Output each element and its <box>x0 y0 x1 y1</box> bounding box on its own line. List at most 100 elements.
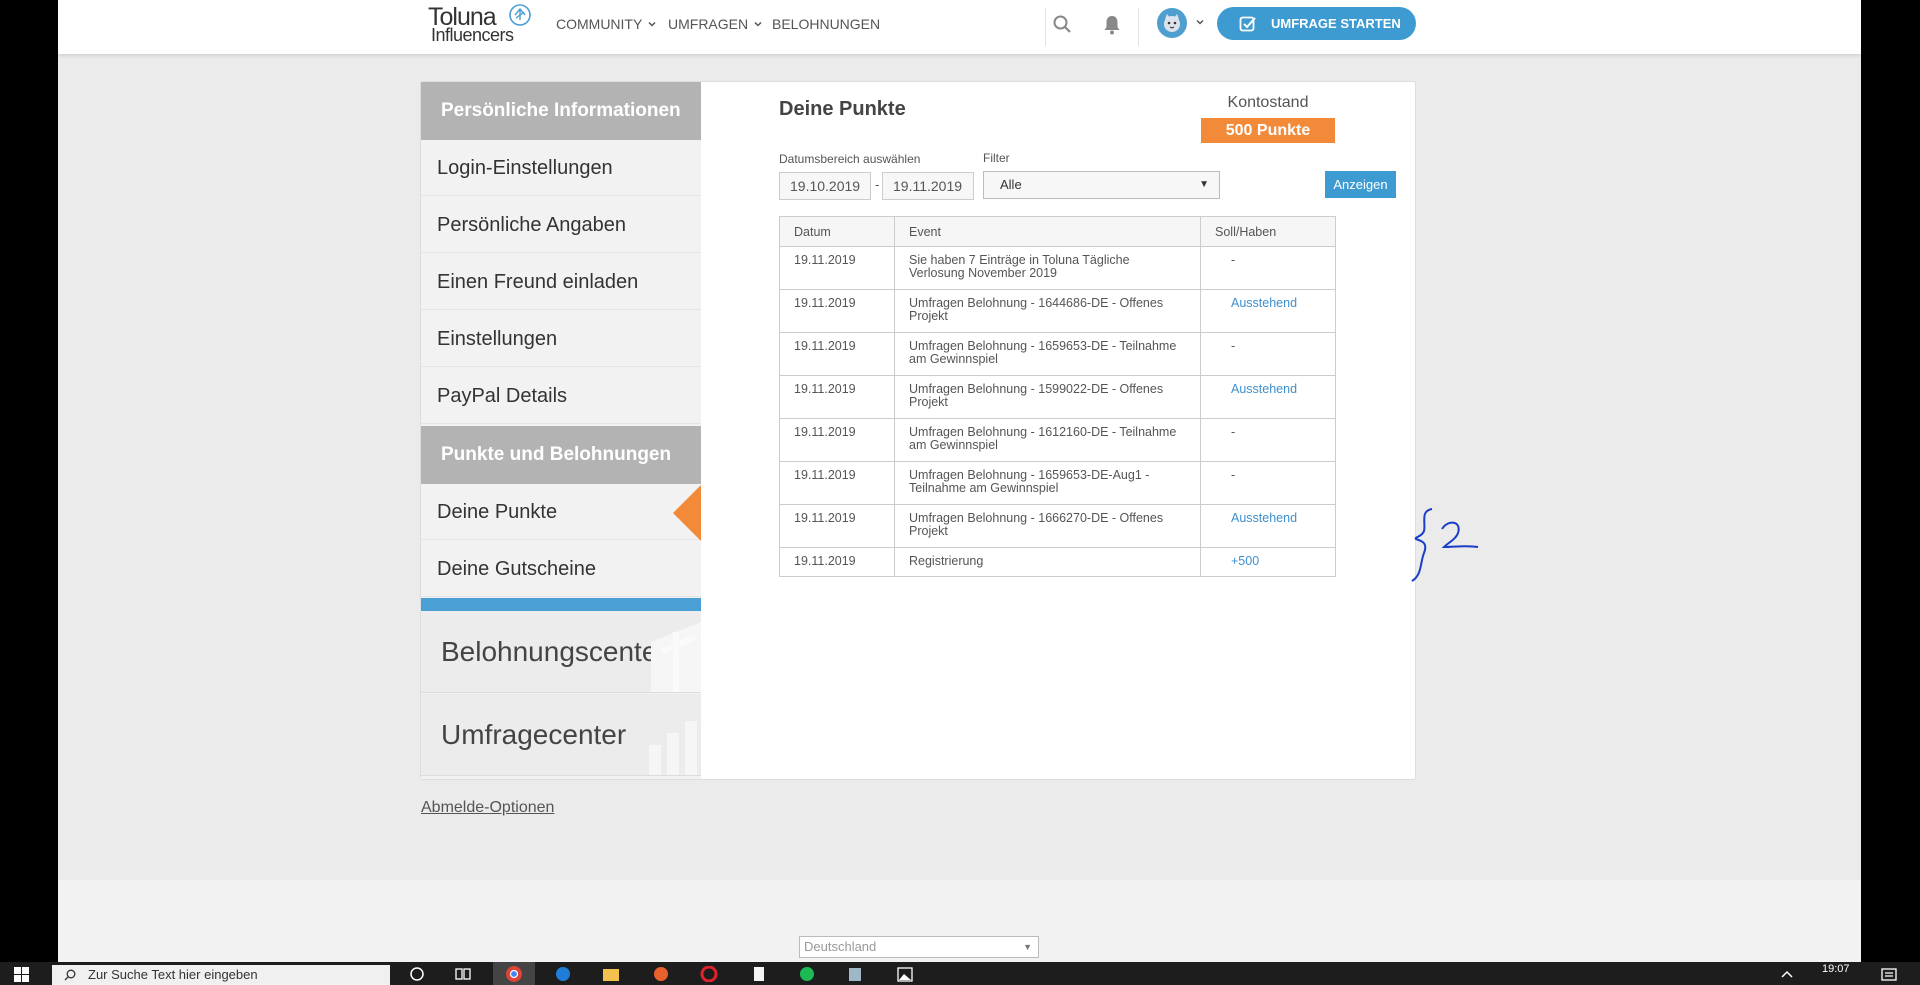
edge-icon[interactable] <box>554 966 572 982</box>
sidebar-item-your-points[interactable]: Deine Punkte <box>421 484 701 540</box>
row-event: Registrierung <box>894 547 1201 577</box>
chevron-down-icon[interactable] <box>1195 17 1205 27</box>
sidebar-item-invite-friend[interactable]: Einen Freund einladen <box>421 254 701 310</box>
account-sidebar: Persönliche Informationen Login-Einstell… <box>421 82 701 779</box>
chevron-up-icon[interactable] <box>1778 966 1796 982</box>
file-explorer-icon[interactable] <box>602 966 620 982</box>
checkbox-icon <box>1239 16 1256 31</box>
date-separator: - <box>875 177 880 192</box>
nav-community[interactable]: COMMUNITY <box>556 16 657 32</box>
dropdown-arrow-icon: ▼ <box>1023 942 1032 952</box>
taskbar-clock[interactable]: 19:07 <box>1822 963 1850 975</box>
row-date: 19.11.2019 <box>779 332 895 376</box>
handwritten-brace-annotation <box>1411 508 1479 582</box>
section-header-points-rewards: Punkte und Belohnungen <box>421 426 701 484</box>
table-row: 19.11.2019 Umfragen Belohnung - 1666270-… <box>779 504 1336 548</box>
opera-icon[interactable] <box>700 966 718 982</box>
start-survey-button[interactable]: UMFRAGE STARTEN <box>1217 7 1416 40</box>
header-divider <box>1138 8 1139 46</box>
survey-center-link[interactable]: Umfragecenter <box>421 694 701 776</box>
table-header-row: Datum Event Soll/Haben <box>779 216 1336 247</box>
notification-center-icon[interactable] <box>1880 966 1898 982</box>
table-row: 19.11.2019 Umfragen Belohnung - 1599022-… <box>779 375 1336 419</box>
cortana-icon[interactable] <box>408 966 426 982</box>
table-row: 19.11.2019 Sie haben 7 Einträge in Tolun… <box>779 246 1336 290</box>
row-event: Umfragen Belohnung - 1666270-DE - Offene… <box>894 504 1201 548</box>
browser-viewport: Toluna Influencers COMMUNITY UMFRAGEN BE… <box>58 0 1861 962</box>
row-amount-link: +500 <box>1231 554 1260 568</box>
logo-mark-icon <box>509 4 531 26</box>
sidebar-item-settings[interactable]: Einstellungen <box>421 311 701 367</box>
task-view-icon[interactable] <box>454 966 472 982</box>
row-date: 19.11.2019 <box>779 504 895 548</box>
row-amount: - <box>1200 461 1336 505</box>
survey-center-label: Umfragecenter <box>441 719 627 750</box>
bell-icon[interactable] <box>1102 14 1122 36</box>
photos-icon[interactable] <box>896 966 914 982</box>
row-amount-cell: Ausstehend <box>1200 289 1336 333</box>
sidebar-item-personal-details[interactable]: Persönliche Angaben <box>421 197 701 253</box>
avatar-image <box>1164 14 1180 32</box>
date-from-input[interactable]: 19.10.2019 <box>779 172 871 200</box>
spotify-icon[interactable] <box>798 966 816 982</box>
row-amount-link[interactable]: Ausstehend <box>1231 382 1297 396</box>
row-event: Sie haben 7 Einträge in Toluna Tägliche … <box>894 246 1201 290</box>
taskbar-search-placeholder: Zur Suche Text hier eingeben <box>88 967 258 982</box>
notes-app-icon[interactable] <box>846 966 864 982</box>
row-amount-link[interactable]: Ausstehend <box>1231 511 1297 525</box>
row-event: Umfragen Belohnung - 1599022-DE - Offene… <box>894 375 1201 419</box>
table-row: 19.11.2019 Registrierung +500 <box>779 547 1336 577</box>
table-row: 19.11.2019 Umfragen Belohnung - 1644686-… <box>779 289 1336 333</box>
chrome-icon <box>506 966 522 982</box>
date-to-input[interactable]: 19.11.2019 <box>882 172 974 200</box>
table-row: 19.11.2019 Umfragen Belohnung - 1659653-… <box>779 332 1336 376</box>
firefox-icon[interactable] <box>652 966 670 982</box>
section-header-personal-info: Persönliche Informationen <box>421 82 701 140</box>
points-table: Datum Event Soll/Haben 19.11.2019 Sie ha… <box>779 216 1336 577</box>
table-row: 19.11.2019 Umfragen Belohnung - 1659653-… <box>779 461 1336 505</box>
reward-center-link[interactable]: Belohnungscenter <box>421 611 701 693</box>
sidebar-accent-strip <box>421 598 701 611</box>
nav-belohnungen[interactable]: BELOHNUNGEN <box>772 16 880 32</box>
filter-select[interactable]: Alle ▼ <box>983 171 1220 199</box>
gift-watermark-icon <box>651 622 701 692</box>
sidebar-item-paypal[interactable]: PayPal Details <box>421 368 701 424</box>
chevron-down-icon <box>754 21 762 27</box>
balance-badge: 500 Punkte <box>1201 118 1335 143</box>
row-date: 19.11.2019 <box>779 289 895 333</box>
document-icon[interactable] <box>750 966 768 982</box>
chart-watermark-icon <box>649 721 697 775</box>
avatar[interactable] <box>1157 8 1187 38</box>
top-navigation-bar: Toluna Influencers COMMUNITY UMFRAGEN BE… <box>58 0 1861 54</box>
windows-start-icon[interactable] <box>14 967 30 983</box>
page-footer: Deutschland ▼ <box>58 880 1861 962</box>
sidebar-item-login-settings[interactable]: Login-Einstellungen <box>421 140 701 196</box>
chrome-taskbar-button[interactable] <box>493 962 535 985</box>
toluna-logo[interactable]: Toluna Influencers <box>428 3 538 47</box>
taskbar-search-input[interactable]: Zur Suche Text hier eingeben <box>52 965 390 985</box>
chevron-down-icon <box>648 21 656 27</box>
windows-taskbar: Zur Suche Text hier eingeben 19:07 <box>0 962 1920 985</box>
taskbar-search-icon <box>64 969 76 981</box>
row-amount-cell: Ausstehend <box>1200 375 1336 419</box>
nav-umfragen[interactable]: UMFRAGEN <box>668 16 763 32</box>
logout-options-link[interactable]: Abmelde-Optionen <box>421 799 554 817</box>
nav-umfragen-label: UMFRAGEN <box>668 16 749 32</box>
account-card: Persönliche Informationen Login-Einstell… <box>420 81 1416 780</box>
logo-text-line2: Influencers <box>431 25 514 45</box>
row-amount-link[interactable]: Ausstehend <box>1231 296 1297 310</box>
sidebar-item-your-vouchers[interactable]: Deine Gutscheine <box>421 541 701 597</box>
search-icon[interactable] <box>1052 14 1072 34</box>
row-date: 19.11.2019 <box>779 547 895 577</box>
column-header-amount[interactable]: Soll/Haben <box>1200 216 1336 247</box>
row-amount: - <box>1200 418 1336 462</box>
row-amount: - <box>1200 332 1336 376</box>
row-date: 19.11.2019 <box>779 418 895 462</box>
dropdown-arrow-icon: ▼ <box>1199 179 1209 190</box>
column-header-event[interactable]: Event <box>894 216 1201 247</box>
show-button[interactable]: Anzeigen <box>1325 171 1396 198</box>
nav-community-label: COMMUNITY <box>556 16 643 32</box>
date-range-label: Datumsbereich auswählen <box>779 152 921 166</box>
country-select[interactable]: Deutschland ▼ <box>799 936 1039 958</box>
column-header-date[interactable]: Datum <box>779 216 895 247</box>
